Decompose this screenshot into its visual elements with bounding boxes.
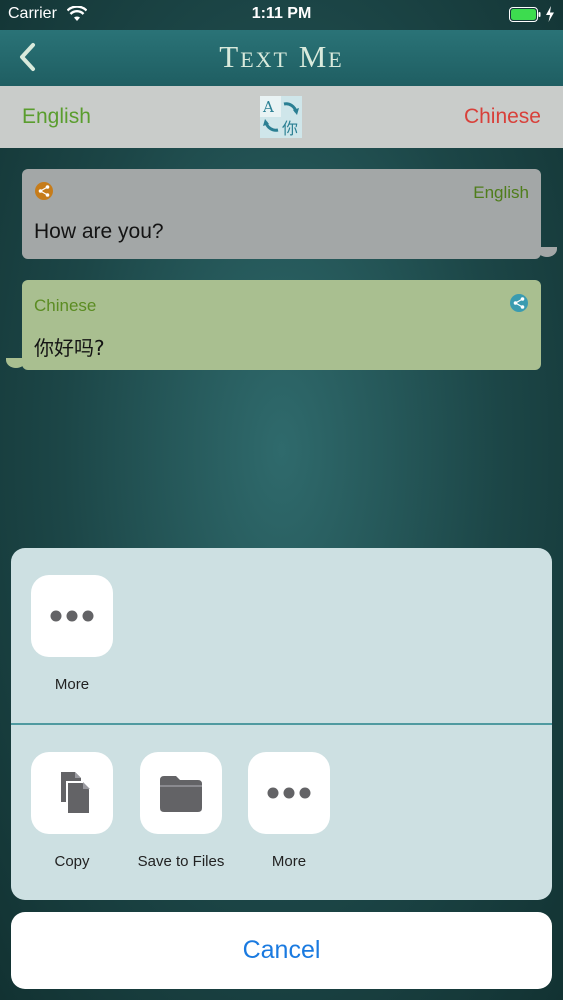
share-item-label: More xyxy=(54,676,90,693)
charging-bolt-icon xyxy=(546,6,554,22)
target-language-button[interactable]: Chinese xyxy=(464,105,541,129)
share-icon[interactable] xyxy=(34,181,54,201)
source-bubble-language: English xyxy=(473,183,529,202)
save-to-files-tile[interactable] xyxy=(140,752,222,834)
svg-text:你: 你 xyxy=(282,119,298,138)
source-text-bubble: English How are you? xyxy=(22,169,557,259)
source-text: How are you? xyxy=(34,220,164,243)
battery-icon xyxy=(509,7,541,22)
share-item-label: More xyxy=(271,853,307,870)
translation-text-bubble: Chinese 你好吗? xyxy=(6,280,541,370)
language-bar: English A 你 Chinese xyxy=(0,86,563,148)
save-to-files-button[interactable]: Save to Files xyxy=(126,752,236,870)
cancel-button[interactable]: Cancel xyxy=(11,912,552,989)
page-title: Text Me xyxy=(219,39,344,74)
translation-bubble-language: Chinese xyxy=(34,296,97,315)
copy-button[interactable]: Copy xyxy=(17,752,127,870)
status-time: 1:11 PM xyxy=(251,5,312,22)
more-actions-button[interactable]: More xyxy=(234,752,344,870)
folder-icon xyxy=(160,776,202,812)
share-sheet: More Copy Save to Files More xyxy=(11,548,552,900)
share-item-label: Save to Files xyxy=(137,853,225,870)
source-language-button[interactable]: English xyxy=(22,105,91,129)
share-more-tile[interactable] xyxy=(31,575,113,657)
ellipsis-icon xyxy=(267,787,311,799)
translation-text: 你好吗? xyxy=(34,336,105,360)
navigation-bar: Text Me xyxy=(0,30,563,86)
copy-tile[interactable] xyxy=(31,752,113,834)
status-bar: Carrier 1:11 PM xyxy=(0,0,563,30)
svg-text:A: A xyxy=(262,98,274,116)
copy-icon xyxy=(61,772,91,815)
translate-swap-icon[interactable]: A 你 xyxy=(260,96,302,138)
more-actions-tile[interactable] xyxy=(248,752,330,834)
share-item-label: Copy xyxy=(54,853,90,870)
share-icon[interactable] xyxy=(509,293,529,313)
ellipsis-icon xyxy=(50,610,94,622)
share-more-app-button[interactable]: More xyxy=(17,575,127,693)
sheet-divider xyxy=(11,723,552,725)
